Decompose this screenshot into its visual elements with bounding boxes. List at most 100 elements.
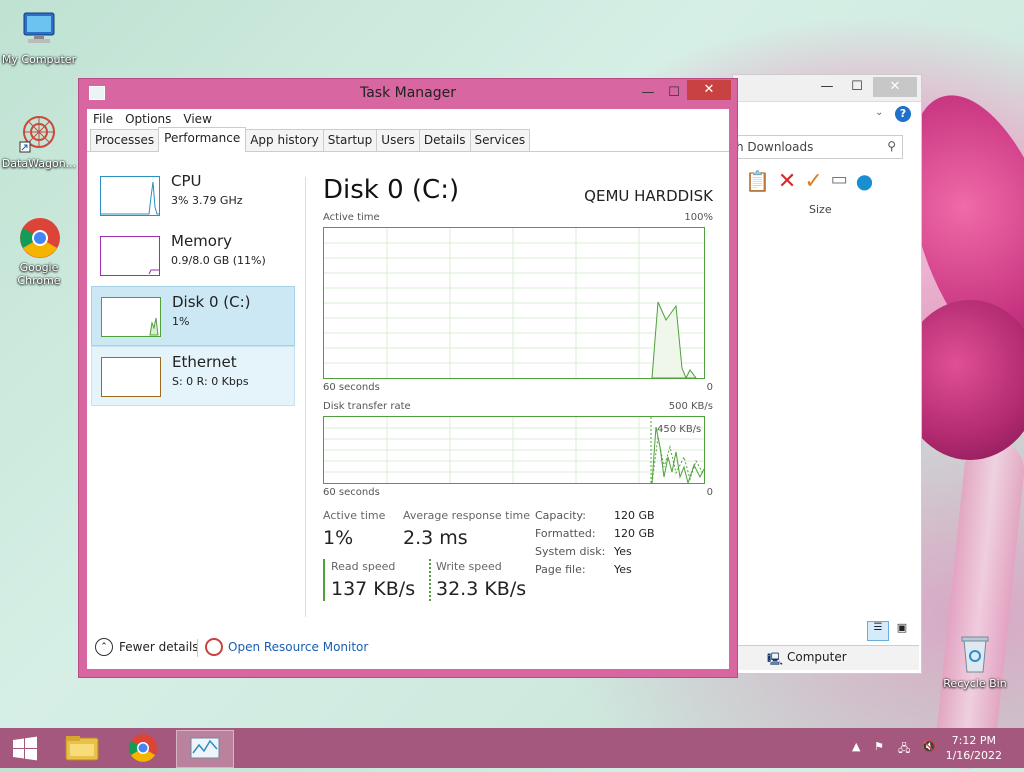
desktop-icon-my-computer[interactable]: My Computer [0,8,78,66]
explorer-window[interactable]: — ☐ ✕ ⌄ ? h Downloads ⚲ 📋 ✕ ✓ ▭ ● Size ☰… [732,74,922,674]
stat-value-write-speed: 32.3 KB/s [436,578,527,600]
desktop-icon-label: DataWagon... [1,157,77,170]
folder-icon [65,736,99,761]
device-name: QEMU HARDDISK [584,187,713,205]
taskbar-chrome-button[interactable] [115,730,171,766]
action-center-flag-icon[interactable]: ⚑ [874,740,884,753]
close-button[interactable]: ✕ [873,77,917,97]
tray-chevron-up-icon[interactable]: ▲ [852,740,860,753]
stat-label-write-speed: Write speed [436,560,502,573]
menu-file[interactable]: File [93,112,113,126]
volume-muted-icon[interactable]: 🔇 [922,740,936,753]
explorer-titlebar: — ☐ ✕ [733,75,921,102]
stat-value-read-speed: 137 KB/s [331,578,416,600]
globe-icon[interactable]: ● [856,169,873,194]
sidebar-item-ethernet[interactable]: Ethernet S: 0 R: 0 Kbps [91,346,295,406]
graph-time-label: 60 seconds [323,487,380,498]
fewer-details-button[interactable]: ⌃ Fewer details [95,638,199,656]
desktop-icon-recycle-bin[interactable]: Recycle Bin [936,632,1014,690]
tab-services[interactable]: Services [469,129,531,151]
minimize-button[interactable]: — [813,77,841,97]
desktop-icon-datawagon[interactable]: DataWagon... [0,112,78,170]
maximize-button[interactable]: ☐ [843,77,871,97]
tab-startup[interactable]: Startup [322,129,378,151]
cpu-thumbnail-graph [100,176,160,216]
footer-separator [197,639,198,657]
prop-key: System disk: [535,545,606,558]
explorer-search-input[interactable]: h Downloads ⚲ [733,135,903,159]
sidebar-item-cpu[interactable]: CPU 3% 3.79 GHz [91,166,293,224]
tab-performance[interactable]: Performance [158,127,247,152]
rename-icon[interactable]: ▭ [831,169,848,194]
fewer-details-label: Fewer details [119,640,199,654]
prop-key: Capacity: [535,509,586,522]
page-title: Disk 0 (C:) [323,175,460,205]
ethernet-thumbnail-graph [101,357,161,397]
graph-max-label: 500 KB/s [668,401,713,412]
menu-options[interactable]: Options [125,112,171,126]
sidebar-item-sub: S: 0 R: 0 Kbps [172,375,249,388]
tab-bar: Processes Performance App history Startu… [87,127,729,152]
start-button[interactable] [0,730,50,766]
tab-processes[interactable]: Processes [90,129,160,151]
chevron-up-icon: ⌃ [95,638,113,656]
active-time-graph [323,227,705,380]
graph-label: Active time [323,212,380,223]
computer-icon: 🖳 [767,652,784,666]
sidebar-item-name: Memory [171,232,233,250]
stat-value-avg-response: 2.3 ms [403,527,468,549]
delete-icon[interactable]: ✕ [778,169,796,194]
titlebar[interactable]: Task Manager — ☐ ✕ [79,79,737,107]
tiles-view-icon[interactable]: ▣ [892,621,912,639]
taskbar-clock[interactable]: 7:12 PM 1/16/2022 [946,733,1002,763]
desktop-icon-label: Google Chrome [17,261,61,287]
menu-bar: File Options View [87,109,729,129]
sidebar-item-name: Ethernet [172,353,237,371]
explorer-toolbar: 📋 ✕ ✓ ▭ ● [745,169,873,194]
stat-label-active-time: Active time [323,509,386,522]
task-manager-app-icon [89,86,105,100]
network-icon[interactable]: 🖧 [898,740,910,759]
performance-sidebar: CPU 3% 3.79 GHz Memory 0.9/8.0 GB (11%) … [87,154,297,614]
menu-view[interactable]: View [183,112,211,126]
sidebar-item-sub: 0.9/8.0 GB (11%) [171,254,266,267]
prop-key: Page file: [535,563,586,576]
chrome-icon [129,734,157,762]
checkmark-icon[interactable]: ✓ [804,169,822,194]
taskbar-explorer-button[interactable] [54,730,110,766]
stat-label-read-speed: Read speed [331,560,396,573]
tab-users[interactable]: Users [376,129,420,151]
tab-app-history[interactable]: App history [245,129,324,151]
task-manager-window[interactable]: Task Manager — ☐ ✕ File Options View Pro… [78,78,738,678]
help-icon[interactable]: ? [895,106,911,122]
clipboard-icon[interactable]: 📋 [745,169,770,194]
graph-zero-label: 0 [706,382,713,393]
nav-item-computer[interactable]: Computer [787,650,847,664]
open-resource-monitor-link[interactable]: Open Resource Monitor [205,638,368,656]
search-icon: ⚲ [887,139,896,153]
stat-label-avg-response: Average response time [403,509,530,522]
desktop-icon-chrome[interactable]: Google Chrome [0,216,78,287]
details-view-icon[interactable]: ☰ [867,621,889,641]
taskbar: ▲ ⚑ 🖧 🔇 7:12 PM 1/16/2022 [0,728,1024,768]
search-placeholder: h Downloads [736,140,814,154]
desktop-icon-label: My Computer [1,53,77,66]
close-button[interactable]: ✕ [687,80,731,100]
explorer-navbar: 🖳 Computer [733,645,919,670]
open-resource-monitor-label: Open Resource Monitor [228,640,369,654]
sidebar-item-name: Disk 0 (C:) [172,293,251,311]
datawagon-icon [18,112,60,154]
column-header-size[interactable]: Size [809,203,832,216]
taskbar-task-manager-button[interactable] [176,730,234,768]
chevron-down-icon[interactable]: ⌄ [875,107,883,118]
sidebar-item-memory[interactable]: Memory 0.9/8.0 GB (11%) [91,226,293,284]
tab-details[interactable]: Details [418,129,471,151]
desktop-icon-label: Recycle Bin [943,677,1007,690]
task-manager-icon [190,737,220,759]
maximize-button[interactable]: ☐ [663,83,685,103]
clock-time: 7:12 PM [951,734,996,747]
sidebar-item-sub: 3% 3.79 GHz [171,194,243,207]
chrome-icon [18,216,60,258]
sidebar-item-disk[interactable]: Disk 0 (C:) 1% [91,286,295,346]
minimize-button[interactable]: — [637,83,659,103]
